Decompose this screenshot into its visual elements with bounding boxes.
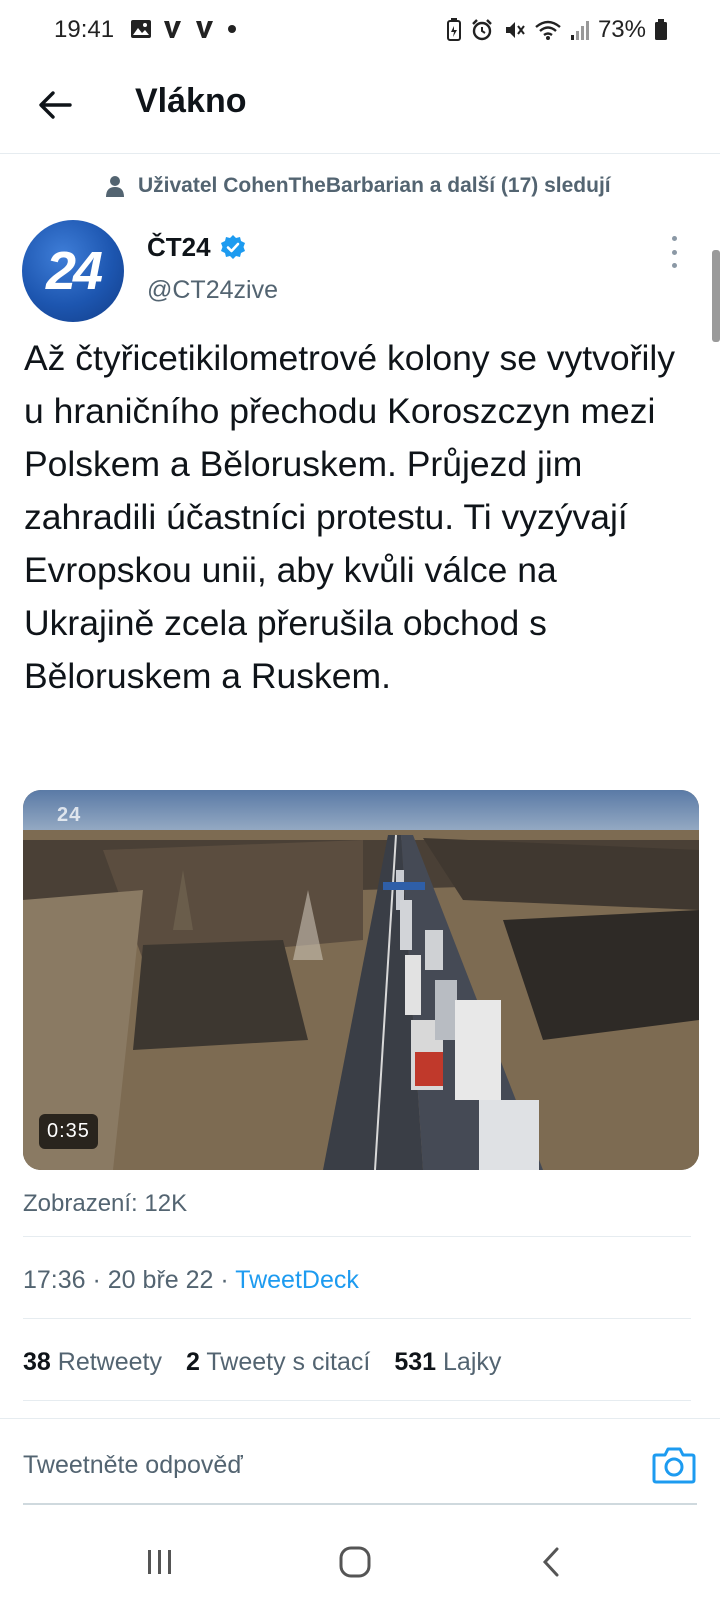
reply-underline	[23, 1503, 697, 1505]
social-context-text: Uživatel CohenTheBarbarian a další (17) …	[138, 174, 611, 197]
status-bar: 19:41 73%	[0, 0, 720, 62]
quotes-stat[interactable]: 2 Tweety s citací	[186, 1348, 370, 1377]
verified-badge-icon	[220, 234, 245, 259]
scrollbar-thumb[interactable]	[712, 250, 720, 342]
dot-icon	[228, 25, 236, 33]
timestamp-row: 17:36 · 20 bře 22 · TweetDeck	[23, 1266, 359, 1295]
retweets-label: Retweety	[57, 1348, 162, 1376]
quotes-count: 2	[185, 1348, 200, 1376]
video-scene	[23, 790, 699, 1170]
status-right-icons: 73%	[446, 16, 668, 44]
status-left-icons	[130, 18, 238, 40]
avatar[interactable]: 24	[22, 220, 124, 322]
source-link[interactable]: TweetDeck	[235, 1266, 359, 1294]
back-button[interactable]	[30, 80, 80, 130]
chevron-left-icon	[542, 1547, 559, 1577]
view-count: Zobrazení: 12K	[23, 1190, 188, 1217]
battery-saver-icon	[446, 18, 461, 41]
system-nav-bar	[0, 1520, 720, 1600]
battery-percentage: 73%	[597, 16, 646, 43]
retweets-count: 38	[23, 1348, 51, 1376]
image-icon	[131, 20, 151, 38]
status-time: 19:41	[54, 16, 115, 43]
likes-count: 531	[394, 1348, 437, 1376]
recent-apps-button[interactable]	[135, 1540, 185, 1584]
more-dot	[671, 249, 677, 255]
more-dot	[671, 263, 677, 268]
divider	[23, 1236, 691, 1237]
quotes-label: Tweety s citací	[206, 1348, 371, 1376]
video-watermark: 24	[57, 804, 82, 826]
home-icon	[339, 1546, 371, 1578]
more-options-button[interactable]	[664, 234, 684, 270]
reply-bar: Tweetněte odpověď	[0, 1418, 720, 1504]
reply-input[interactable]: Tweetněte odpověď	[23, 1451, 243, 1480]
mute-icon	[505, 22, 525, 38]
v-app-icon	[196, 21, 213, 38]
recent-apps-icon	[148, 1550, 171, 1574]
retweets-stat[interactable]: 38 Retweety	[23, 1348, 162, 1377]
battery-icon	[655, 19, 667, 40]
back-nav-button[interactable]	[526, 1540, 576, 1584]
divider	[23, 1400, 691, 1401]
author-name-row[interactable]: ČT24	[147, 232, 247, 263]
separator: ·	[213, 1266, 236, 1294]
signal-icon	[570, 21, 589, 40]
camera-icon[interactable]	[652, 1445, 696, 1485]
separator: ·	[85, 1266, 108, 1294]
person-icon	[106, 176, 124, 197]
engagement-stats: 38 Retweety 2 Tweety s citací 531 Lajky	[23, 1348, 501, 1377]
tweet-text: Až čtyřicetikilometrové kolony se vytvoř…	[24, 338, 676, 696]
alarm-icon	[472, 19, 492, 41]
tweet-date: 20 bře 22	[107, 1266, 214, 1294]
author-handle[interactable]: @CT24zive	[147, 276, 278, 305]
home-button[interactable]	[330, 1540, 380, 1584]
avatar-logo-text: 24	[45, 241, 103, 301]
likes-label: Lajky	[443, 1348, 502, 1376]
likes-stat[interactable]: 531 Lajky	[394, 1348, 501, 1377]
arrow-left-icon	[39, 91, 72, 119]
wifi-icon	[535, 20, 561, 40]
video-thumbnail[interactable]: 24 0:35	[23, 790, 699, 1170]
video-duration: 0:35	[39, 1114, 98, 1149]
social-context[interactable]: Uživatel CohenTheBarbarian a další (17) …	[106, 174, 611, 198]
tweet-time: 17:36	[23, 1266, 86, 1294]
author-name: ČT24	[147, 232, 211, 262]
divider	[23, 1318, 691, 1319]
app-header: Vlákno	[0, 62, 720, 154]
more-dot	[671, 236, 677, 241]
page-title: Vlákno	[135, 82, 247, 120]
v-app-icon	[164, 21, 181, 38]
